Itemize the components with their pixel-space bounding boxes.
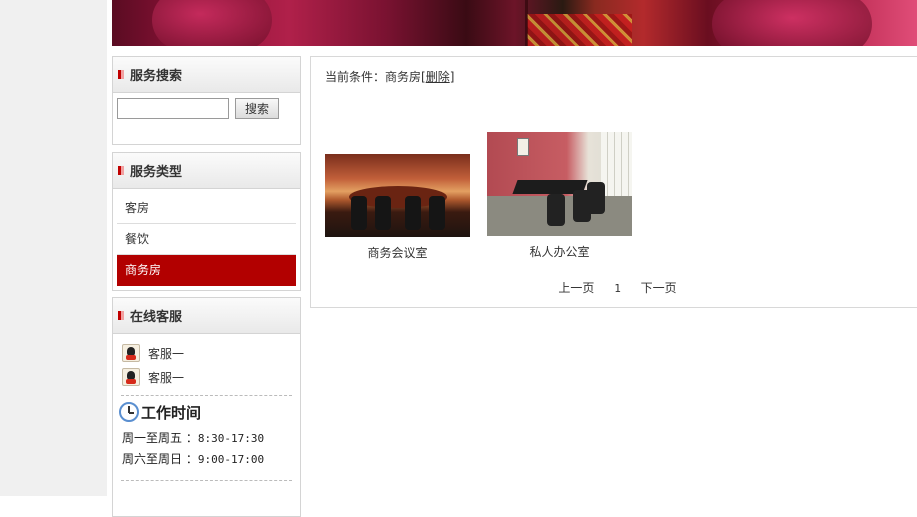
product-card[interactable]: 私人办公室: [487, 132, 632, 260]
product-image-private-office[interactable]: [487, 132, 632, 236]
service-agent[interactable]: 客服一: [113, 341, 300, 365]
qq-icon[interactable]: [122, 344, 140, 362]
search-panel: 服务搜索 搜索: [112, 56, 301, 145]
product-name[interactable]: 商务会议室: [325, 244, 470, 261]
service-agent-label[interactable]: 客服一: [148, 369, 184, 386]
service-agent[interactable]: 客服一: [113, 365, 300, 389]
next-page-link[interactable]: 下一页: [641, 279, 677, 296]
type-item-rooms[interactable]: 客房: [117, 193, 296, 224]
current-condition: 当前条件：商务房[删除]: [325, 68, 454, 85]
work-hours-title: 工作时间: [113, 396, 300, 428]
product-image-meeting-room[interactable]: [325, 154, 470, 237]
type-item-business-room[interactable]: 商务房: [117, 255, 296, 286]
work-hours-sep: ：: [182, 431, 198, 445]
pagination: 上一页 1 下一页: [311, 279, 917, 296]
type-item-dining[interactable]: 餐饮: [117, 224, 296, 255]
work-hours-row: 周六至周日 ：9:00-17:00: [122, 449, 300, 470]
condition-label: 当前条件：商务房[: [325, 70, 426, 84]
work-hours-row: 周一至周五 ：8:30-17:30: [122, 428, 300, 449]
search-panel-title: 服务搜索: [130, 69, 183, 84]
online-service-header: 在线客服: [113, 298, 300, 334]
service-type-panel: 服务类型 客房 餐饮 商务房: [112, 152, 301, 291]
search-button[interactable]: 搜索: [235, 98, 279, 119]
service-type-title: 服务类型: [130, 165, 183, 180]
service-type-header: 服务类型: [113, 153, 300, 189]
header-mark-icon: [118, 70, 124, 79]
online-service-panel: 在线客服 客服一 客服一 工作时间 周一至周五 ：8:30-17:30 周六至周…: [112, 297, 301, 517]
header-mark-icon: [118, 166, 124, 175]
work-hours-days: 周六至周日: [122, 452, 183, 466]
work-hours-title-text: 工作时间: [141, 403, 202, 422]
work-hours-time: 9:00-17:00: [197, 453, 265, 466]
work-hours-sep: ：: [182, 452, 198, 466]
work-hours-time: 8:30-17:30: [197, 432, 265, 445]
results-panel: 当前条件：商务房[删除] 商务会议室 私人办公室 上一页 1 下一页: [310, 56, 917, 308]
delete-condition-link[interactable]: 删除: [426, 70, 450, 84]
search-panel-header: 服务搜索: [113, 57, 300, 93]
header-banner: [112, 0, 917, 46]
divider: [121, 480, 292, 481]
search-input[interactable]: [117, 98, 229, 119]
online-service-title: 在线客服: [130, 310, 183, 325]
prev-page-link[interactable]: 上一页: [558, 279, 594, 296]
qq-icon[interactable]: [122, 368, 140, 386]
service-type-list: 客房 餐饮 商务房: [113, 189, 300, 286]
header-mark-icon: [118, 311, 124, 320]
condition-suffix: ]: [449, 70, 455, 84]
page-number[interactable]: 1: [614, 282, 621, 295]
clock-icon: [119, 402, 139, 422]
product-name[interactable]: 私人办公室: [487, 243, 632, 260]
service-agent-label[interactable]: 客服一: [148, 345, 184, 362]
work-hours-list: 周一至周五 ：8:30-17:30 周六至周日 ：9:00-17:00: [113, 428, 300, 470]
work-hours-days: 周一至周五: [122, 431, 183, 445]
left-gutter: [0, 0, 107, 496]
product-card[interactable]: 商务会议室: [325, 154, 470, 261]
